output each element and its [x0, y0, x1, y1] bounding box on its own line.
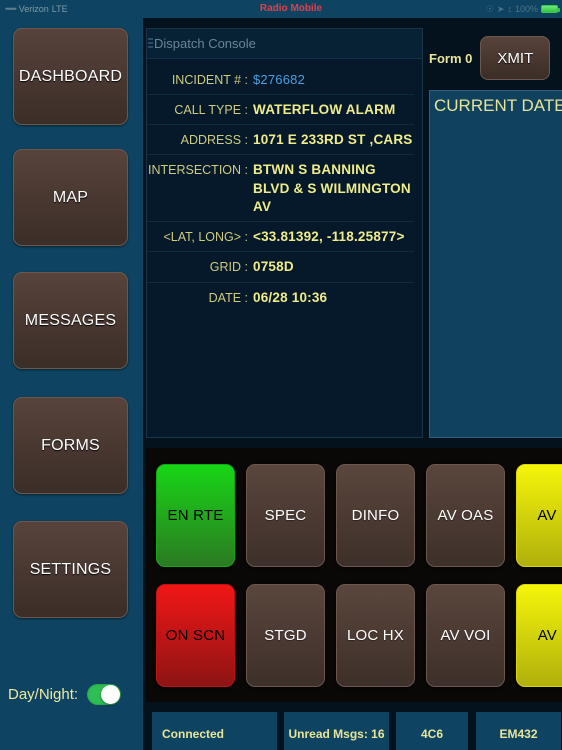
sidebar-item-settings[interactable]: SETTINGS [13, 521, 128, 618]
action-button-label: SPEC [264, 507, 307, 524]
action-button-label: AV G [537, 627, 562, 644]
day-night-label: Day/Night: [8, 686, 79, 703]
sidebar-item-dashboard[interactable]: DASHBOARD [13, 28, 128, 125]
signal-strength-icon: ••••• [5, 4, 17, 14]
sidebar-item-label: MESSAGES [24, 311, 117, 329]
form-number-label: Form 0 [429, 50, 473, 66]
action-button-label: STGD [264, 627, 307, 644]
field-value-address: 1071 E 233RD ST ,CARS [253, 132, 413, 148]
field-row-incident: INCIDENT # : $276682 [147, 65, 414, 95]
sidebar-item-label: MAP [52, 188, 89, 206]
av-m-button[interactable]: AV M [516, 464, 562, 567]
dispatch-console-panel: Dispatch Console INCIDENT # : $276682 CA… [146, 28, 423, 438]
field-label: CALL TYPE : [174, 103, 248, 117]
field-label: INCIDENT # : [171, 73, 248, 87]
sidebar-item-forms[interactable]: FORMS [13, 397, 128, 494]
sidebar: DASHBOARD MAP MESSAGES FORMS SETTINGS Da… [0, 18, 143, 750]
field-label: DATE : [208, 290, 248, 305]
battery-icon [541, 5, 560, 13]
sidebar-item-label: FORMS [41, 436, 100, 454]
sidebar-item-messages[interactable]: MESSAGES [13, 272, 128, 369]
spec-button[interactable]: SPEC [246, 464, 325, 567]
form-textarea-content: CURRENT DATE: 0 [434, 96, 562, 115]
av-voi-button[interactable]: AV VOI [426, 584, 505, 687]
main-content: Dispatch Console INCIDENT # : $276682 CA… [143, 18, 562, 750]
field-row-intersection: INTERSECTION : BTWN S BANNING BLVD & S W… [147, 155, 414, 223]
day-night-row: Day/Night: [8, 684, 122, 705]
carrier-label: Verizon [18, 4, 49, 14]
status-label: EM432 [499, 727, 538, 741]
field-row-address: ADDRESS : 1071 E 233RD ST ,CARS [147, 125, 414, 156]
day-night-toggle[interactable] [87, 684, 122, 705]
dinfo-button[interactable]: DINFO [336, 464, 415, 567]
field-value-date: 06/28 10:36 [253, 289, 328, 305]
drag-handle-icon[interactable] [148, 38, 153, 50]
action-button-label: AV M [537, 507, 562, 524]
channel-status[interactable]: 4C6 [396, 712, 468, 750]
av-g-button[interactable]: AV G [516, 584, 562, 687]
field-value-intersection: BTWN S BANNING BLVD & S WILMINGTON AV [253, 162, 411, 214]
field-value-lat-long: <33.81392, -118.25877> [253, 229, 405, 245]
bluetooth-icon: ↕ [507, 4, 512, 14]
form-header: Form 0 XMIT [429, 30, 562, 86]
xmit-button-label: XMIT [497, 49, 534, 67]
field-row-grid: GRID : 0758D [147, 252, 414, 283]
unread-messages-status[interactable]: Unread Msgs: 16 [284, 712, 389, 750]
radio-mobile-app: ••••• Verizon LTE 10:39 AM Radio Mobile … [0, 0, 562, 750]
dispatch-console-header: Dispatch Console [147, 29, 422, 59]
xmit-button[interactable]: XMIT [480, 36, 551, 80]
orientation-lock-icon: ➤ [496, 3, 505, 14]
status-label: Connected [162, 727, 225, 741]
av-oas-button[interactable]: AV OAS [426, 464, 505, 567]
connection-status[interactable]: Connected [152, 712, 277, 750]
sidebar-item-label: SETTINGS [29, 560, 112, 578]
unit-status[interactable]: EM432 [476, 712, 561, 750]
action-button-label: AV VOI [440, 627, 491, 644]
form-textarea[interactable]: CURRENT DATE: 0 [429, 90, 562, 438]
stgd-button[interactable]: STGD [246, 584, 325, 687]
status-bar-center: 10:39 AM Radio Mobile [150, 0, 432, 18]
action-button-label: ON SCN [165, 627, 226, 644]
action-button-label: AV OAS [437, 507, 494, 524]
field-label: GRID : [209, 260, 248, 275]
action-button-label: DINFO [351, 507, 400, 524]
dispatch-console-body: INCIDENT # : $276682 CALL TYPE : WATERFL… [147, 59, 422, 313]
battery-percent-label: 100% [514, 4, 538, 14]
sidebar-item-map[interactable]: MAP [13, 149, 128, 246]
field-value-grid: 0758D [253, 259, 294, 275]
field-label: INTERSECTION : [147, 163, 248, 178]
status-label: Unread Msgs: 16 [288, 727, 385, 741]
loc-hx-button[interactable]: LOC HX [336, 584, 415, 687]
field-value-call-type: WATERFLOW ALARM [253, 102, 396, 117]
field-row-date: DATE : 06/28 10:36 [147, 283, 414, 313]
status-label: 4C6 [420, 727, 443, 741]
field-row-call-type: CALL TYPE : WATERFLOW ALARM [147, 95, 414, 126]
on-scene-button[interactable]: ON SCN [156, 584, 235, 687]
action-button-grid: EN RTE SPEC DINFO AV OAS AV M ON SCN STG… [146, 448, 562, 702]
field-label: <LAT, LONG> : [163, 230, 248, 245]
location-icon: ☉ [485, 3, 494, 14]
dispatch-console-title: Dispatch Console [154, 36, 256, 51]
network-type-label: LTE [51, 4, 68, 14]
app-title-label: Radio Mobile [259, 3, 323, 14]
action-button-label: EN RTE [167, 507, 224, 524]
field-value-incident-number: $276682 [253, 72, 306, 87]
enroute-button[interactable]: EN RTE [156, 464, 235, 567]
action-button-label: LOC HX [346, 627, 405, 644]
ios-status-bar: ••••• Verizon LTE 10:39 AM Radio Mobile … [0, 0, 562, 18]
status-bar-right: ☉ ➤ ↕ 100% [432, 4, 562, 15]
status-bar-left: ••••• Verizon LTE [0, 4, 150, 14]
sidebar-item-label: DASHBOARD [18, 67, 123, 85]
field-row-latlong: <LAT, LONG> : <33.81392, -118.25877> [147, 222, 414, 253]
field-label: ADDRESS : [180, 133, 248, 148]
bottom-status-bar: Connected Unread Msgs: 16 4C6 EM432 [146, 710, 562, 750]
